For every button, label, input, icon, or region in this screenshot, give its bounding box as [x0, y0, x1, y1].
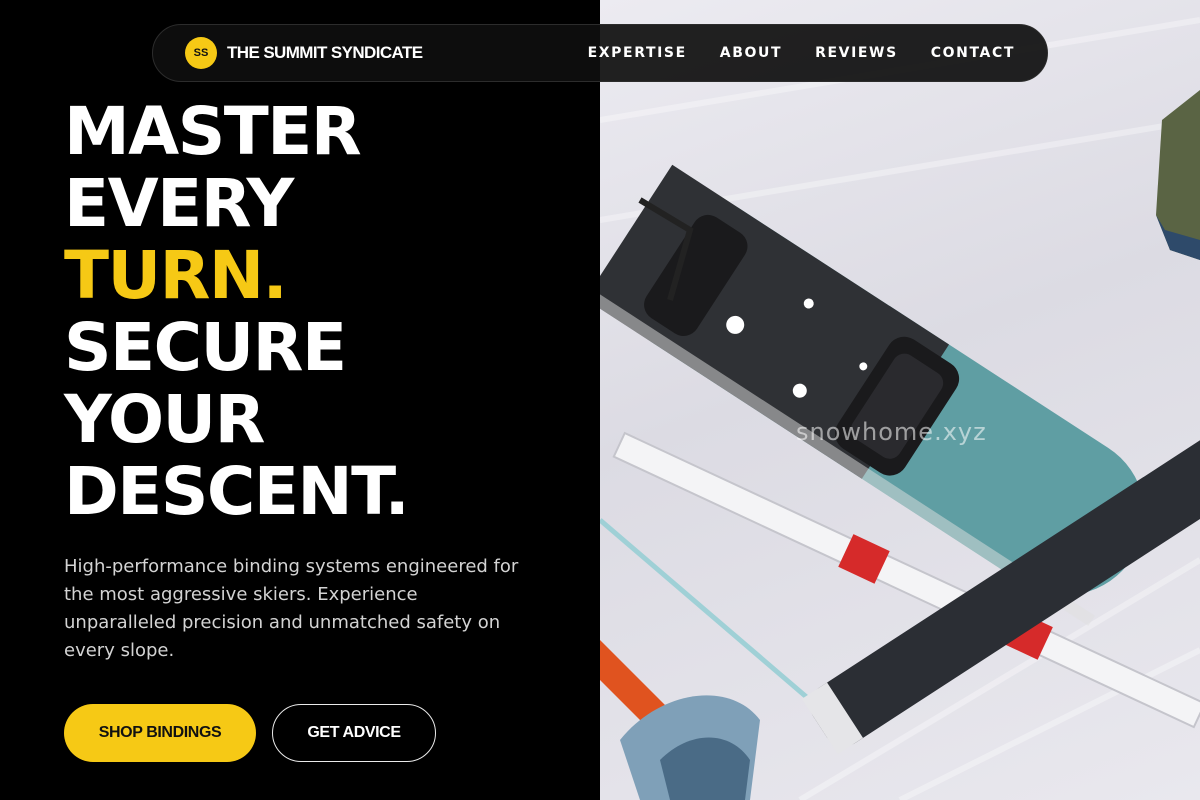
headline-highlight: TURN.	[64, 237, 288, 314]
hero-headline: MASTER EVERY TURN. SECURE YOUR DESCENT.	[64, 93, 410, 530]
nav-links: EXPERTISE ABOUT REVIEWS CONTACT	[588, 45, 1015, 61]
watermark-text: snowhome.xyz	[796, 418, 987, 446]
hero-description: High-performance binding systems enginee…	[64, 556, 519, 661]
get-advice-button[interactable]: GET ADVICE	[272, 704, 436, 762]
headline-line: MASTER	[64, 93, 362, 170]
headline-line: DESCENT.	[64, 453, 410, 530]
headline-line: SECURE	[64, 309, 347, 386]
headline-line: EVERY	[64, 165, 294, 242]
brand[interactable]: SS THE SUMMIT SYNDICATE	[185, 37, 423, 69]
brand-name[interactable]: THE SUMMIT SYNDICATE	[227, 43, 423, 63]
logo-badge[interactable]: SS	[185, 37, 217, 69]
shop-bindings-button[interactable]: SHOP BINDINGS	[64, 704, 256, 762]
snowboard-and-skis-illustration	[600, 17, 1200, 800]
headline-line: YOUR	[64, 381, 265, 458]
nav-link-reviews[interactable]: REVIEWS	[815, 45, 898, 61]
nav-link-contact[interactable]: CONTACT	[931, 45, 1015, 61]
nav-link-about[interactable]: ABOUT	[720, 45, 782, 61]
hero-photo: snowhome.xyz	[600, 0, 1200, 800]
top-nav: SS THE SUMMIT SYNDICATE EXPERTISE ABOUT …	[152, 24, 1048, 82]
nav-link-expertise[interactable]: EXPERTISE	[588, 45, 687, 61]
